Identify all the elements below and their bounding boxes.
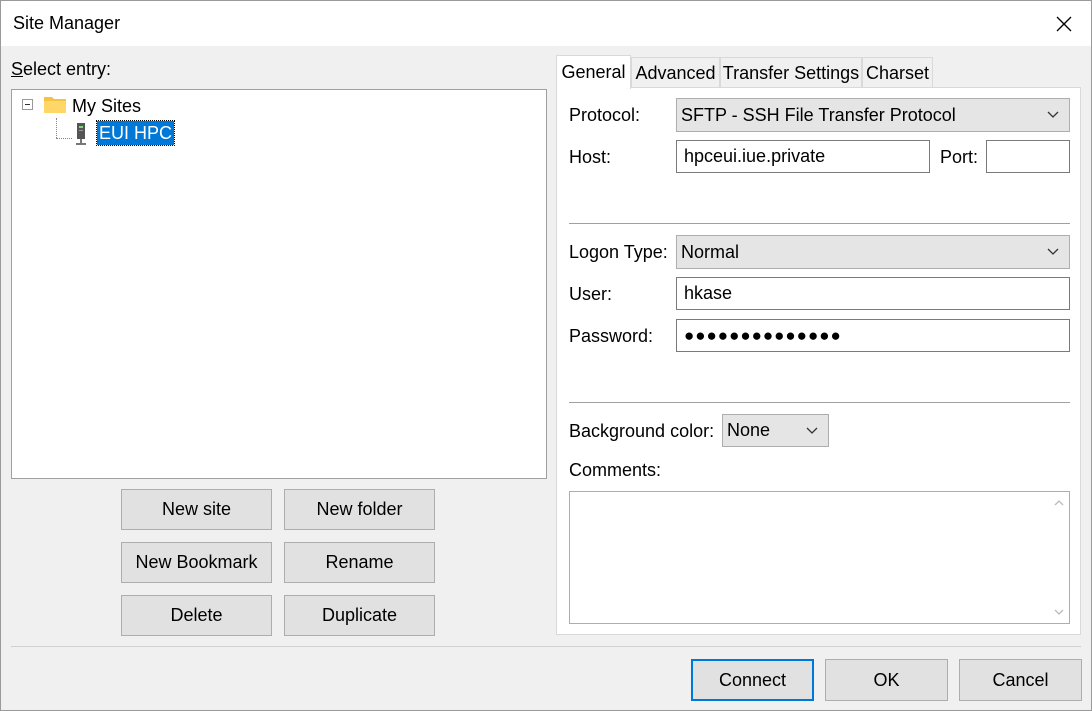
- password-value: ●●●●●●●●●●●●●●: [684, 325, 842, 345]
- bgcolor-select[interactable]: None: [722, 414, 829, 447]
- bgcolor-label: Background color:: [569, 421, 715, 441]
- select-entry-text: elect entry:: [23, 59, 112, 79]
- tab-advanced-label: Advanced: [635, 62, 716, 83]
- logon-type-select[interactable]: Normal: [676, 235, 1070, 269]
- delete-label: Delete: [170, 605, 223, 625]
- new-folder-button[interactable]: New folder: [284, 489, 435, 530]
- password-label: Password:: [569, 326, 654, 346]
- password-input[interactable]: ●●●●●●●●●●●●●●: [676, 319, 1070, 352]
- scroll-down-icon: [1054, 609, 1063, 615]
- folder-icon: [44, 97, 66, 113]
- ok-label: OK: [873, 669, 900, 690]
- comments-textarea[interactable]: [569, 491, 1070, 624]
- separator-1: [569, 223, 1070, 224]
- tab-transfer-settings-label: Transfer Settings: [722, 62, 860, 83]
- site-manager-window: Site Manager Select entry: My Sites EUI …: [0, 0, 1092, 711]
- logon-type-value: Normal: [681, 241, 740, 262]
- new-folder-label: New folder: [316, 499, 403, 519]
- host-value: hpceui.iue.private: [684, 146, 826, 166]
- rename-label: Rename: [325, 552, 394, 572]
- bgcolor-value: None: [727, 420, 771, 440]
- collapse-toggle[interactable]: [22, 99, 33, 110]
- protocol-label: Protocol:: [569, 105, 641, 125]
- tab-general[interactable]: General: [556, 55, 631, 89]
- tab-charset-label: Charset: [865, 62, 930, 83]
- user-label: User:: [569, 284, 613, 304]
- tab-general-label: General: [561, 62, 626, 82]
- host-input[interactable]: hpceui.iue.private: [676, 140, 930, 173]
- duplicate-button[interactable]: Duplicate: [284, 595, 435, 636]
- title-bar: Site Manager: [1, 1, 1091, 46]
- ok-button[interactable]: OK: [825, 659, 948, 701]
- host-label: Host:: [569, 147, 612, 167]
- protocol-value: SFTP - SSH File Transfer Protocol: [681, 104, 956, 125]
- port-input[interactable]: [986, 140, 1070, 173]
- comments-scrollbar[interactable]: [1048, 492, 1069, 623]
- separator-2: [569, 402, 1070, 403]
- scroll-up-icon: [1054, 500, 1063, 506]
- duplicate-label: Duplicate: [321, 605, 398, 625]
- site-tree[interactable]: My Sites EUI HPC: [11, 89, 547, 479]
- comments-label: Comments:: [569, 460, 662, 480]
- tree-connector-h: [56, 138, 72, 139]
- window-title: Site Manager: [13, 13, 121, 33]
- tab-charset[interactable]: Charset: [862, 57, 933, 88]
- delete-button[interactable]: Delete: [121, 595, 272, 636]
- tree-item-selected[interactable]: EUI HPC: [95, 120, 176, 146]
- tree-root-label[interactable]: My Sites: [72, 96, 141, 117]
- new-bookmark-label: New Bookmark: [135, 552, 258, 572]
- chevron-down-icon: [1047, 111, 1059, 118]
- new-site-label: New site: [161, 499, 232, 519]
- connect-label: Connect: [718, 669, 787, 690]
- tree-connector: [56, 118, 57, 138]
- chevron-down-icon: [806, 427, 818, 434]
- user-input[interactable]: hkase: [676, 277, 1070, 310]
- logon-type-label: Logon Type:: [569, 242, 668, 262]
- rename-button[interactable]: Rename: [284, 542, 435, 583]
- footer-separator: [11, 646, 1081, 647]
- new-site-button[interactable]: New site: [121, 489, 272, 530]
- close-button[interactable]: [1037, 1, 1091, 46]
- tab-transfer-settings[interactable]: Transfer Settings: [720, 57, 862, 88]
- cancel-button[interactable]: Cancel: [959, 659, 1082, 701]
- connect-button[interactable]: Connect: [691, 659, 814, 701]
- port-label: Port:: [940, 147, 979, 167]
- close-icon: [1056, 16, 1072, 31]
- tab-advanced[interactable]: Advanced: [631, 57, 720, 88]
- cancel-label: Cancel: [992, 669, 1049, 690]
- server-icon: [76, 123, 86, 145]
- chevron-down-icon: [1047, 248, 1059, 255]
- select-entry-label: Select entry:: [11, 59, 112, 79]
- new-bookmark-button[interactable]: New Bookmark: [121, 542, 272, 583]
- protocol-select[interactable]: SFTP - SSH File Transfer Protocol: [676, 98, 1070, 132]
- user-value: hkase: [684, 283, 733, 303]
